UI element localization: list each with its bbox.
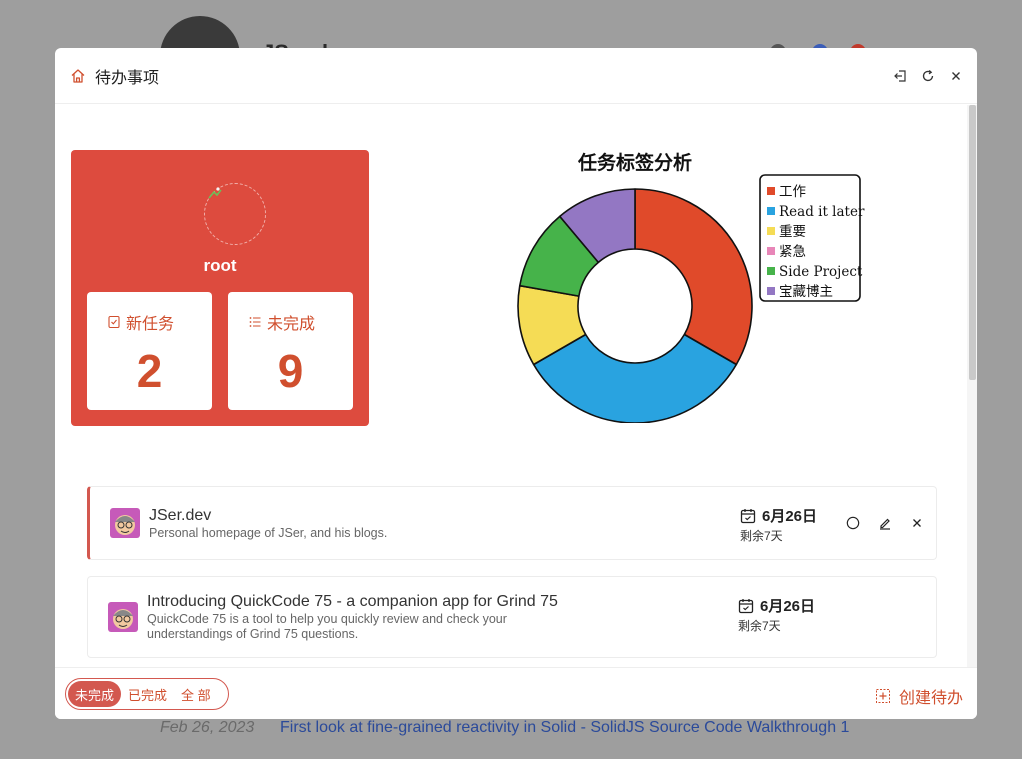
legend-label: 工作	[779, 184, 806, 200]
complete-circle-icon[interactable]	[846, 516, 860, 530]
todo-item[interactable]: JSer.dev Personal homepage of JSer, and …	[87, 486, 937, 560]
close-icon[interactable]	[949, 69, 963, 83]
filter-incomplete[interactable]: 未完成	[68, 681, 122, 707]
modal-header: 待办事项	[55, 48, 977, 104]
refresh-icon[interactable]	[921, 69, 935, 83]
calendar-icon	[738, 598, 754, 613]
filter-completed[interactable]: 已完成	[121, 681, 174, 707]
delete-icon[interactable]	[910, 516, 924, 530]
pending-tasks-text: 未完成	[267, 316, 316, 333]
legend-swatch	[767, 247, 775, 255]
todo-date-text: 6月26日	[760, 598, 816, 615]
create-todo-label: 创建待办	[898, 690, 963, 707]
legend-label: Read it later	[779, 204, 865, 220]
todo-actions	[846, 516, 924, 530]
todo-title: JSer.dev	[149, 507, 212, 524]
user-avatar	[204, 183, 266, 245]
status-filter: 未完成 已完成 全 部	[65, 678, 229, 710]
legend-swatch	[767, 267, 775, 275]
scrollbar-thumb[interactable]	[969, 105, 976, 380]
legend-swatch	[767, 207, 775, 215]
todo-due-date: 6月26日	[738, 595, 815, 616]
chart-title: 任务标签分析	[577, 151, 692, 174]
create-todo-button[interactable]: 创建待办	[875, 684, 963, 708]
new-tasks-text: 新任务	[126, 316, 175, 333]
pending-tasks-card[interactable]: 未完成 9	[228, 292, 353, 410]
exit-icon[interactable]	[893, 69, 907, 83]
todo-due-date: 6月26日	[740, 505, 817, 526]
add-icon	[875, 689, 890, 703]
broken-image-icon	[208, 186, 222, 200]
pending-tasks-count: 9	[277, 345, 304, 397]
todo-remaining: 剩余7天	[740, 529, 783, 543]
todo-description: Personal homepage of JSer, and his blogs…	[149, 526, 388, 540]
scrollbar[interactable]	[967, 105, 977, 667]
edit-icon[interactable]	[878, 516, 892, 530]
pending-tasks-label: 未完成	[248, 310, 315, 334]
tag-analysis-chart: 任务标签分析 工作 Read it later 重要紧急 Side Project 宝藏…	[517, 151, 865, 423]
background-post-date: Feb 26, 2023	[160, 719, 255, 736]
legend-swatch	[767, 187, 775, 195]
legend-label: Side Project	[779, 264, 863, 280]
filter-all[interactable]: 全 部	[174, 681, 218, 707]
todo-description: QuickCode 75 is a tool to help you quick…	[147, 612, 507, 641]
todo-title: Introducing QuickCode 75 - a companion a…	[147, 593, 558, 610]
modal-body: root 新任务 2 未完成 9 任务标签分析 工作 Read it later 重…	[55, 105, 977, 667]
todo-remaining: 剩余7天	[738, 619, 781, 633]
new-tasks-card[interactable]: 新任务 2	[87, 292, 212, 410]
memoji-avatar-icon	[108, 602, 138, 632]
legend-label: 重要	[779, 224, 806, 240]
checklist-icon	[108, 315, 120, 329]
background-post-link[interactable]: First look at fine-grained reactivity in…	[280, 719, 849, 737]
header-actions	[893, 69, 963, 83]
pie-slice-工作	[634, 188, 753, 366]
new-tasks-count: 2	[136, 345, 163, 397]
legend-label: 紧急	[779, 244, 806, 260]
legend-label: 宝藏博主	[779, 283, 833, 300]
todo-modal: 待办事项 root 新任务 2 未完成 9 任务标签分析 工作 Read it …	[55, 48, 977, 719]
modal-title: 待办事项	[95, 69, 160, 87]
list-icon	[249, 317, 261, 327]
legend-swatch	[767, 227, 775, 235]
todo-item[interactable]: Introducing QuickCode 75 - a companion a…	[87, 576, 937, 658]
modal-footer: 未完成 已完成 全 部 创建待办	[55, 667, 977, 719]
todo-date-text: 6月26日	[762, 508, 818, 525]
home-icon	[69, 67, 87, 85]
user-name: root	[203, 256, 237, 275]
new-tasks-label: 新任务	[107, 310, 174, 334]
memoji-avatar-icon	[110, 508, 140, 538]
calendar-icon	[740, 508, 756, 523]
legend-swatch	[767, 287, 775, 295]
user-card: root 新任务 2 未完成 9	[71, 150, 369, 426]
